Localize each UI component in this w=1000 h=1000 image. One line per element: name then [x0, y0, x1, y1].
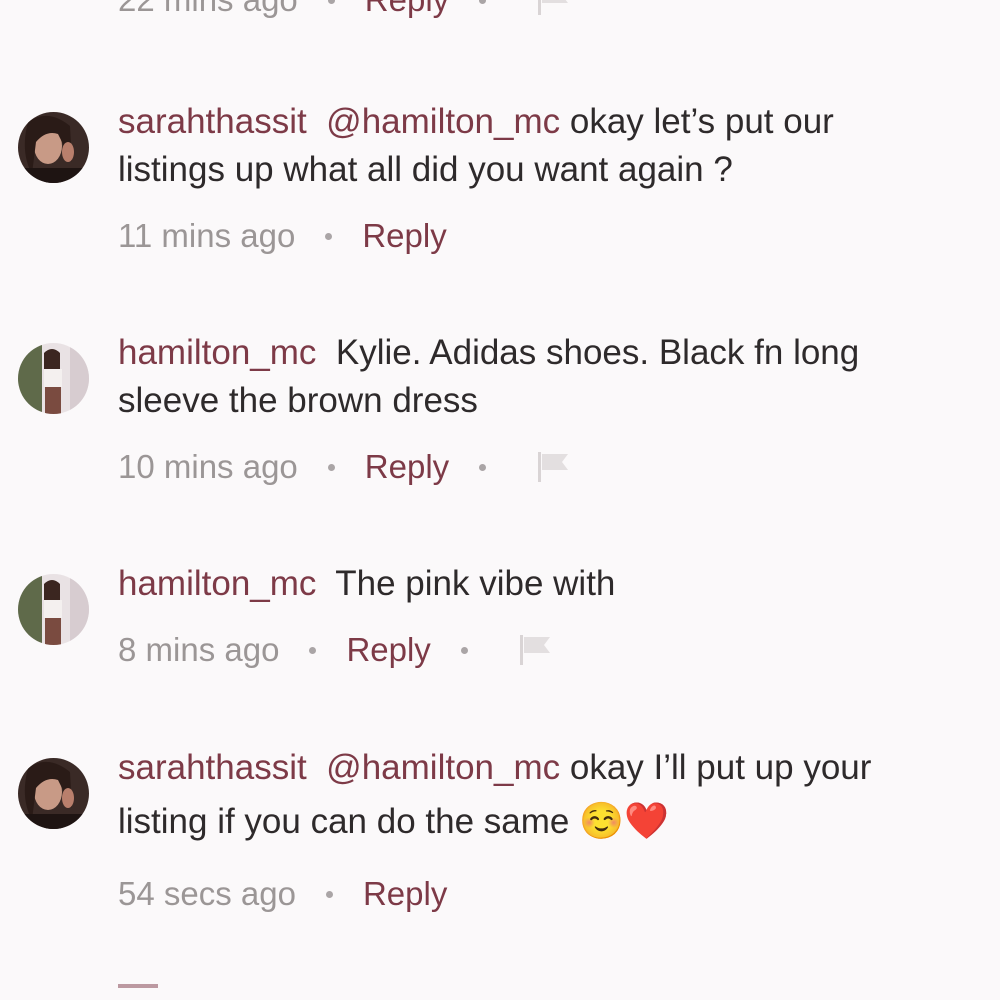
- comment-meta: 54 secs ago Reply: [118, 870, 1000, 918]
- comment-text: sarahthassit @hamilton_mc okay I’ll put …: [118, 744, 1000, 792]
- comment-username[interactable]: hamilton_mc: [118, 333, 316, 372]
- comments-panel: 22 mins ago Reply: [0, 0, 1000, 1000]
- comment-text: hamilton_mc Kylie. Adidas shoes. Black f…: [118, 329, 1000, 377]
- comment-text: hamilton_mc The pink vibe with: [118, 560, 1000, 608]
- comment-line: Kylie. Adidas shoes. Black fn long: [335, 333, 860, 372]
- reply-button[interactable]: Reply: [346, 631, 430, 669]
- comment-line: The pink vibe with: [335, 564, 616, 603]
- flag-icon[interactable]: [536, 450, 572, 484]
- reply-button[interactable]: Reply: [363, 875, 447, 913]
- comment-mention[interactable]: @hamilton_mc: [326, 748, 560, 787]
- comment-text: sarahthassit @hamilton_mc okay let’s put…: [118, 98, 1000, 146]
- reply-button[interactable]: Reply: [365, 448, 449, 486]
- comment-timestamp: 10 mins ago: [118, 448, 298, 485]
- separator-dot: [325, 890, 333, 898]
- separator-dot: [325, 232, 333, 240]
- reply-button[interactable]: Reply: [365, 0, 449, 19]
- separator-dot: [327, 463, 335, 471]
- comment-mention[interactable]: @hamilton_mc: [326, 102, 560, 141]
- comment-timestamp: 8 mins ago: [118, 631, 280, 668]
- comment-meta: 22 mins ago Reply: [118, 0, 1000, 24]
- flag-icon[interactable]: [536, 0, 572, 17]
- separator-dot: [479, 0, 487, 4]
- comment-timestamp: 22 mins ago: [118, 0, 298, 19]
- comment-text-line2: listing if you can do the same ☺️❤️: [118, 798, 1000, 846]
- avatar[interactable]: [18, 112, 89, 183]
- avatar[interactable]: [18, 574, 89, 645]
- reply-button[interactable]: Reply: [362, 217, 446, 255]
- comment-timestamp: 54 secs ago: [118, 875, 296, 912]
- comment-meta: 8 mins ago Reply: [118, 626, 1000, 674]
- partial-username-stub: [118, 984, 158, 988]
- comment-line: sleeve the brown dress: [118, 381, 478, 420]
- separator-dot: [309, 646, 317, 654]
- comment-username[interactable]: sarahthassit: [118, 748, 307, 787]
- avatar[interactable]: [18, 343, 89, 414]
- comment-meta: 10 mins ago Reply: [118, 443, 1000, 491]
- separator-dot: [460, 646, 468, 654]
- separator-dot: [327, 0, 335, 4]
- comment-line: listing if you can do the same: [118, 802, 570, 841]
- comment-username[interactable]: hamilton_mc: [118, 564, 316, 603]
- comment-line: listings up what all did you want again …: [118, 150, 733, 189]
- comment-line: okay let’s put our: [569, 102, 834, 141]
- comment-line: okay I’ll put up your: [569, 748, 872, 787]
- flag-icon[interactable]: [518, 633, 554, 667]
- separator-dot: [479, 463, 487, 471]
- smiling-emoji: ☺️: [579, 801, 624, 842]
- avatar[interactable]: [18, 758, 89, 829]
- comment-username[interactable]: sarahthassit: [118, 102, 307, 141]
- comment-meta: 11 mins ago Reply: [118, 212, 1000, 260]
- heart-emoji: ❤️: [623, 801, 669, 842]
- comment-timestamp: 11 mins ago: [118, 217, 296, 254]
